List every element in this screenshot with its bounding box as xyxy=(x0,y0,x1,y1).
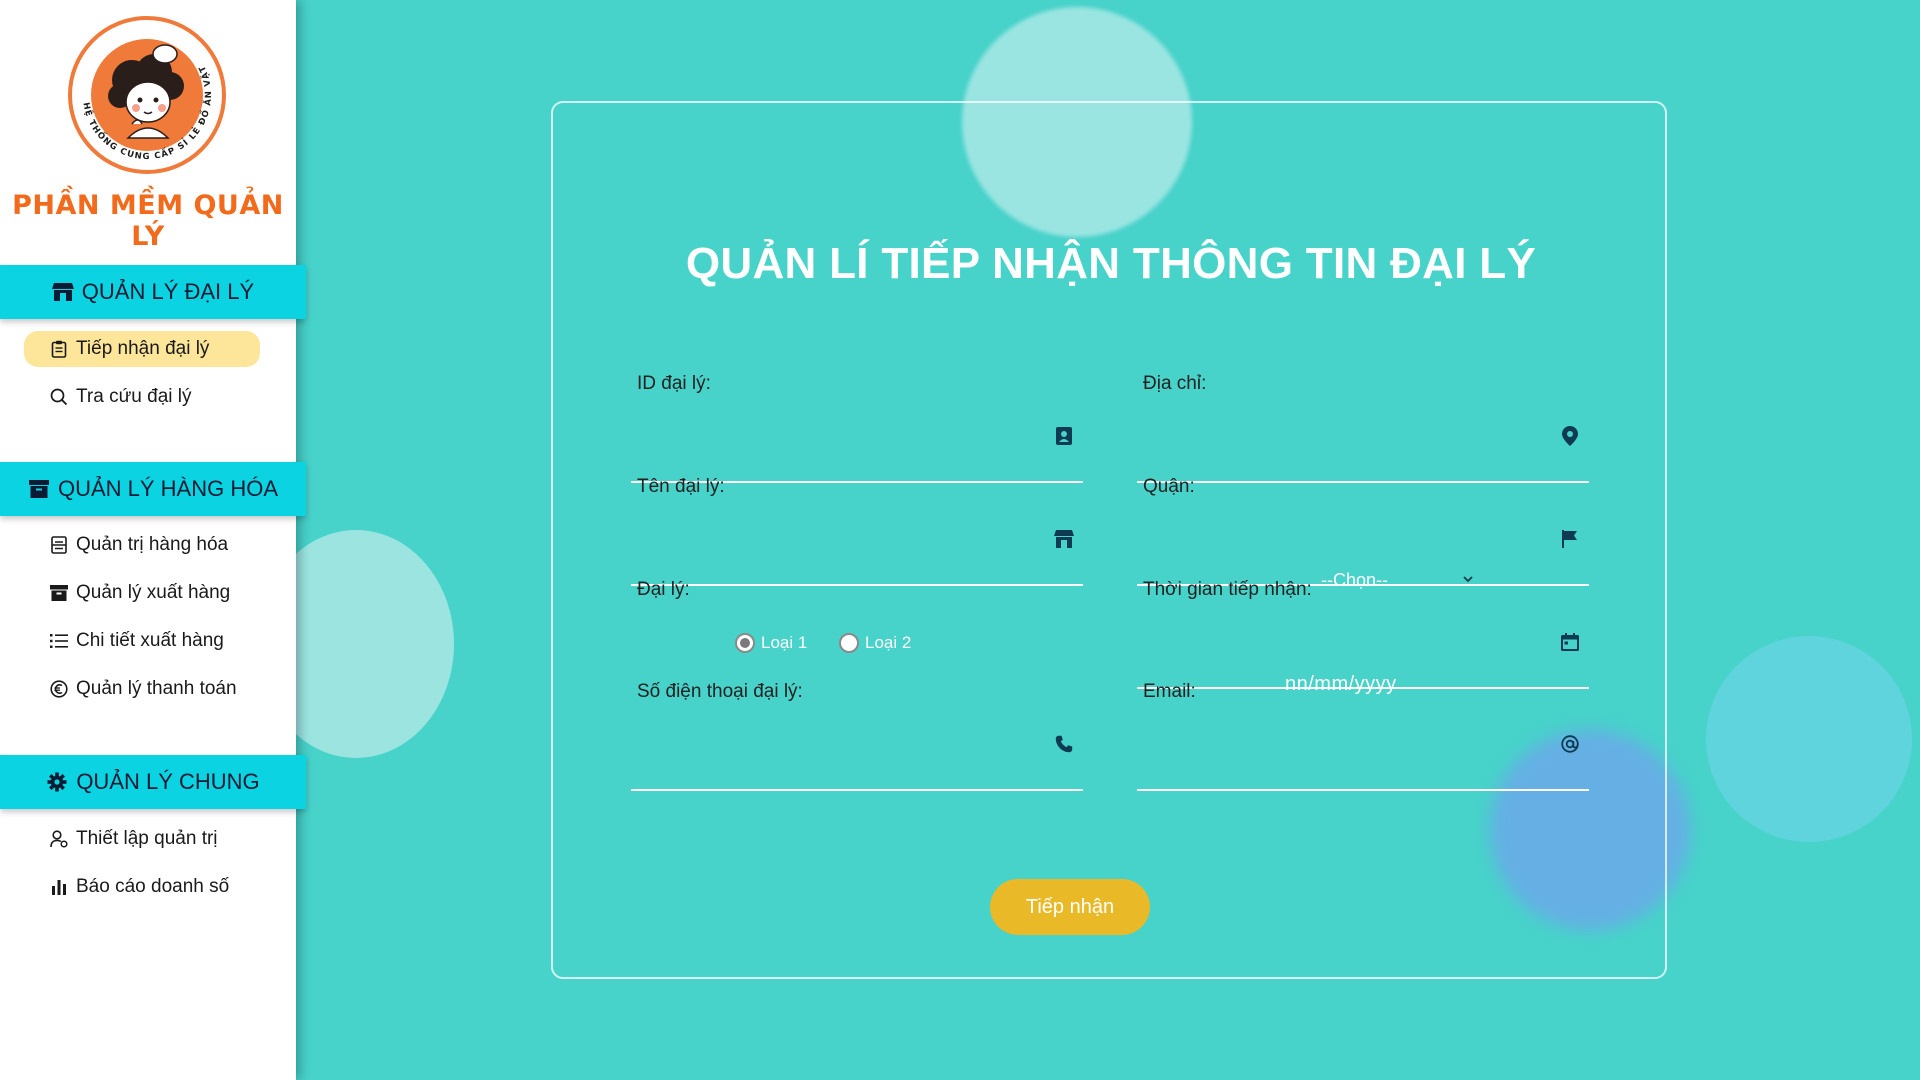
bar-chart-icon xyxy=(50,878,68,896)
sidebar-item-label: Báo cáo doanh số xyxy=(76,876,230,897)
list-box-icon xyxy=(50,536,68,554)
address-label: Địa chỉ: xyxy=(1143,373,1207,394)
address-field: Địa chỉ: xyxy=(1137,373,1589,483)
flag-icon xyxy=(1559,528,1581,550)
date-label: Thời gian tiếp nhận: xyxy=(1143,579,1312,600)
agency-type-field: Đại lý: Loại 1 Loại 2 xyxy=(631,579,1083,689)
map-pin-icon xyxy=(1559,425,1581,447)
chef-girl-logo-icon: HỆ THỐNG CUNG CẤP SỈ LẺ ĐỒ ĂN VẶT xyxy=(80,39,213,162)
sidebar-item-label: Chi tiết xuất hàng xyxy=(76,630,224,651)
name-input[interactable] xyxy=(631,516,1031,566)
sidebar-item-label: Quản trị hàng hóa xyxy=(76,534,229,555)
id-field: ID đại lý: xyxy=(631,373,1083,483)
district-field: Quận: --Chọn-- xyxy=(1137,476,1589,590)
sidebar-item-chi-tiet-xuat-hang[interactable]: Chi tiết xuất hàng xyxy=(24,623,260,659)
district-label: Quận: xyxy=(1143,476,1195,497)
brand-logo: HỆ THỐNG CUNG CẤP SỈ LẺ ĐỒ ĂN VẶT xyxy=(68,16,226,174)
brand-title: PHẦN MỀM QUẢN LÝ xyxy=(12,190,284,252)
radio-loai-2[interactable]: Loại 2 xyxy=(839,633,911,653)
sidebar-item-label: Quản lý xuất hàng xyxy=(76,582,231,603)
radio-button-checked[interactable] xyxy=(735,633,755,653)
email-field: Email: xyxy=(1137,681,1589,791)
clipboard-icon xyxy=(50,340,68,358)
sidebar-item-label: Tra cứu đại lý xyxy=(76,386,192,407)
sidebar-item-tiep-nhan-dai-ly[interactable]: Tiếp nhận đại lý xyxy=(24,331,260,367)
store-icon xyxy=(51,281,74,303)
email-input[interactable] xyxy=(1137,721,1537,771)
phone-input[interactable] xyxy=(631,721,1031,771)
calendar-icon[interactable] xyxy=(1559,631,1581,653)
address-input[interactable] xyxy=(1137,413,1537,463)
sidebar-item-quan-ly-thanh-toan[interactable]: Quản lý thanh toán xyxy=(24,671,260,707)
name-field: Tên đại lý: xyxy=(631,476,1083,586)
radio-label: Loại 1 xyxy=(761,633,808,652)
radio-loai-1[interactable]: Loại 1 xyxy=(735,633,807,653)
sidebar-item-thiet-lap-quan-tri[interactable]: Thiết lập quản trị xyxy=(24,821,260,857)
district-select[interactable]: --Chọn-- xyxy=(1137,516,1537,590)
sidebar-item-tra-cuu-dai-ly[interactable]: Tra cứu đại lý xyxy=(24,379,260,415)
email-underline xyxy=(1137,789,1589,791)
gear-icon xyxy=(46,771,68,793)
phone-label: Số điện thoại đại lý: xyxy=(637,681,803,702)
search-icon xyxy=(50,388,68,406)
sidebar: HỆ THỐNG CUNG CẤP SỈ LẺ ĐỒ ĂN VẶT PHẦN M… xyxy=(0,0,306,1080)
store-icon xyxy=(1053,528,1075,550)
user-settings-icon xyxy=(50,830,68,848)
section-title: QUẢN LÝ CHUNG xyxy=(76,769,260,794)
phone-icon xyxy=(1053,733,1075,755)
archive-icon xyxy=(28,478,50,500)
date-field: Thời gian tiếp nhận: nn/mm/yyyy xyxy=(1137,579,1589,695)
id-input[interactable] xyxy=(631,413,1031,463)
page-title: QUẢN LÍ TIẾP NHẬN THÔNG TIN ĐẠI LÝ xyxy=(685,239,1537,288)
section-header-general[interactable]: QUẢN LÝ CHUNG xyxy=(0,755,306,809)
section-title: QUẢN LÝ HÀNG HÓA xyxy=(57,476,279,501)
archive-icon xyxy=(50,584,68,602)
section-title: QUẢN LÝ ĐẠI LÝ xyxy=(81,279,255,304)
phone-underline xyxy=(631,789,1083,791)
sidebar-item-label: Tiếp nhận đại lý xyxy=(76,338,210,359)
section-header-goods[interactable]: QUẢN LÝ HÀNG HÓA xyxy=(0,462,306,516)
agency-intake-form: QUẢN LÍ TIẾP NHẬN THÔNG TIN ĐẠI LÝ ID đạ… xyxy=(551,101,1667,979)
name-label: Tên đại lý: xyxy=(637,476,725,497)
sidebar-item-quan-tri-hang-hoa[interactable]: Quản trị hàng hóa xyxy=(24,527,260,563)
section-header-agency[interactable]: QUẢN LÝ ĐẠI LÝ xyxy=(0,265,306,319)
agency-type-label: Đại lý: xyxy=(637,579,690,600)
radio-label: Loại 2 xyxy=(865,633,912,652)
date-input[interactable]: nn/mm/yyyy xyxy=(1137,619,1537,695)
sidebar-item-label: Quản lý thanh toán xyxy=(76,678,237,699)
sidebar-item-bao-cao-doanh-so[interactable]: Báo cáo doanh số xyxy=(24,869,260,905)
sidebar-item-quan-ly-xuat-hang[interactable]: Quản lý xuất hàng xyxy=(24,575,260,611)
list-icon xyxy=(50,632,68,650)
id-label: ID đại lý: xyxy=(637,373,711,394)
submit-button[interactable]: Tiếp nhận xyxy=(990,879,1150,935)
radio-button[interactable] xyxy=(839,633,859,653)
euro-icon xyxy=(50,680,68,698)
email-label: Email: xyxy=(1143,681,1196,702)
phone-field: Số điện thoại đại lý: xyxy=(631,681,1083,791)
at-sign-icon xyxy=(1559,733,1581,755)
decor-bubble-right xyxy=(1706,636,1912,842)
id-badge-icon xyxy=(1053,425,1075,447)
sidebar-item-label: Thiết lập quản trị xyxy=(76,828,218,849)
